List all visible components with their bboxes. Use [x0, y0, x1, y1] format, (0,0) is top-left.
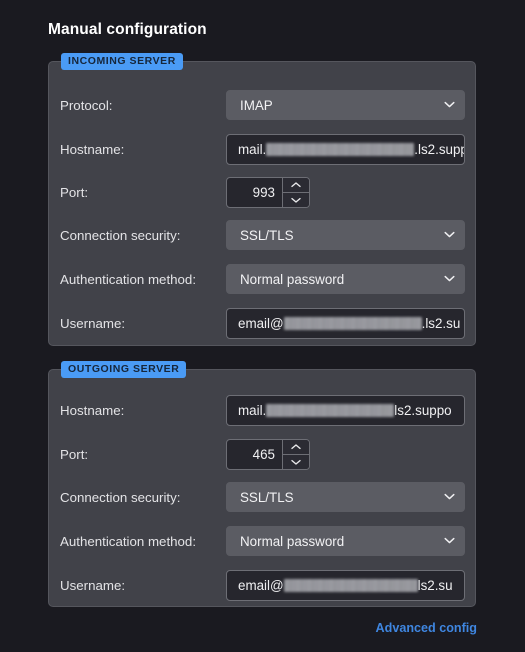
incoming-hostname-input[interactable]: mail. .ls2.suppo: [226, 133, 465, 165]
field-incoming-protocol: IMAP: [226, 90, 465, 120]
incoming-username-input[interactable]: email@ .ls2.su: [226, 307, 465, 339]
chevron-down-icon: [444, 99, 455, 108]
outgoing-port-stepper[interactable]: 465: [226, 438, 310, 470]
label-incoming-hostname: Hostname:: [60, 141, 125, 157]
chevron-down-icon: [444, 273, 455, 282]
field-incoming-port: 993: [226, 176, 310, 208]
field-incoming-connection-security: SSL/TLS: [226, 220, 465, 250]
field-incoming-username: email@ .ls2.su: [226, 307, 465, 339]
label-outgoing-authentication-method: Authentication method:: [60, 533, 197, 549]
incoming-username-suffix: .ls2.su: [421, 315, 461, 331]
field-outgoing-hostname: mail. ls2.suppo: [226, 394, 465, 426]
row-incoming-hostname: Hostname: mail. .ls2.suppo: [49, 133, 475, 165]
outgoing-hostname-prefix: mail.: [238, 402, 267, 418]
row-outgoing-authentication-method: Authentication method: Normal password: [49, 526, 475, 556]
field-outgoing-port: 465: [226, 438, 310, 470]
incoming-protocol-select[interactable]: IMAP: [226, 90, 465, 120]
row-outgoing-username: Username: email@ ls2.su: [49, 569, 475, 601]
label-outgoing-port: Port:: [60, 446, 89, 462]
row-outgoing-port: Port: 465: [49, 438, 475, 470]
chevron-down-icon: [444, 491, 455, 500]
incoming-connection-security-value: SSL/TLS: [240, 227, 294, 243]
incoming-port-value[interactable]: 993: [227, 178, 282, 207]
outgoing-server-legend: OUTGOING SERVER: [61, 361, 187, 378]
label-outgoing-hostname: Hostname:: [60, 402, 125, 418]
row-outgoing-connection-security: Connection security: SSL/TLS: [49, 482, 475, 512]
advanced-config-link[interactable]: Advanced config: [376, 621, 477, 635]
outgoing-hostname-suffix: ls2.suppo: [394, 402, 452, 418]
field-incoming-hostname: mail. .ls2.suppo: [226, 133, 465, 165]
row-outgoing-hostname: Hostname: mail. ls2.suppo: [49, 394, 475, 426]
manual-configuration-page: Manual configuration INCOMING SERVER Pro…: [0, 0, 525, 652]
label-incoming-connection-security: Connection security:: [60, 227, 181, 243]
redacted-domain: [283, 316, 422, 330]
row-incoming-protocol: Protocol: IMAP: [49, 90, 475, 120]
field-outgoing-username: email@ ls2.su: [226, 569, 465, 601]
outgoing-connection-security-value: SSL/TLS: [240, 489, 294, 505]
outgoing-port-buttons: [282, 439, 309, 469]
row-incoming-port: Port: 993: [49, 176, 475, 208]
outgoing-username-suffix: ls2.su: [417, 577, 453, 593]
row-incoming-connection-security: Connection security: SSL/TLS: [49, 220, 475, 250]
incoming-authentication-method-value: Normal password: [240, 271, 345, 287]
outgoing-hostname-input[interactable]: mail. ls2.suppo: [226, 394, 465, 426]
label-incoming-port: Port:: [60, 184, 89, 200]
incoming-hostname-suffix: .ls2.suppo: [414, 141, 464, 157]
incoming-port-buttons: [282, 177, 309, 207]
field-outgoing-authentication-method: Normal password: [226, 526, 465, 556]
incoming-hostname-prefix: mail.: [238, 141, 267, 157]
chevron-down-icon: [444, 229, 455, 238]
redacted-domain: [266, 142, 415, 156]
field-incoming-authentication-method: Normal password: [226, 264, 465, 294]
incoming-protocol-value: IMAP: [240, 97, 273, 113]
outgoing-port-value[interactable]: 465: [227, 440, 282, 469]
label-incoming-username: Username:: [60, 315, 126, 331]
page-title: Manual configuration: [48, 21, 207, 38]
incoming-server-group: INCOMING SERVER Protocol: IMAP Hostname:…: [48, 53, 476, 346]
chevron-up-icon[interactable]: [283, 440, 309, 454]
outgoing-server-group: OUTGOING SERVER Hostname: mail. ls2.supp…: [48, 361, 476, 607]
label-incoming-authentication-method: Authentication method:: [60, 271, 197, 287]
row-incoming-authentication-method: Authentication method: Normal password: [49, 264, 475, 294]
incoming-port-stepper[interactable]: 993: [226, 176, 310, 208]
outgoing-authentication-method-select[interactable]: Normal password: [226, 526, 465, 556]
chevron-down-icon[interactable]: [283, 191, 309, 207]
incoming-authentication-method-select[interactable]: Normal password: [226, 264, 465, 294]
incoming-username-prefix: email@: [238, 315, 284, 331]
outgoing-username-input[interactable]: email@ ls2.su: [226, 569, 465, 601]
redacted-domain: [266, 403, 395, 417]
incoming-server-legend: INCOMING SERVER: [61, 53, 183, 70]
chevron-down-icon: [444, 535, 455, 544]
chevron-down-icon[interactable]: [283, 453, 309, 469]
outgoing-authentication-method-value: Normal password: [240, 533, 345, 549]
field-outgoing-connection-security: SSL/TLS: [226, 482, 465, 512]
redacted-domain: [283, 578, 418, 592]
row-incoming-username: Username: email@ .ls2.su: [49, 307, 475, 339]
incoming-connection-security-select[interactable]: SSL/TLS: [226, 220, 465, 250]
outgoing-username-prefix: email@: [238, 577, 284, 593]
label-outgoing-connection-security: Connection security:: [60, 489, 181, 505]
label-incoming-protocol: Protocol:: [60, 97, 113, 113]
outgoing-connection-security-select[interactable]: SSL/TLS: [226, 482, 465, 512]
label-outgoing-username: Username:: [60, 577, 126, 593]
chevron-up-icon[interactable]: [283, 178, 309, 192]
